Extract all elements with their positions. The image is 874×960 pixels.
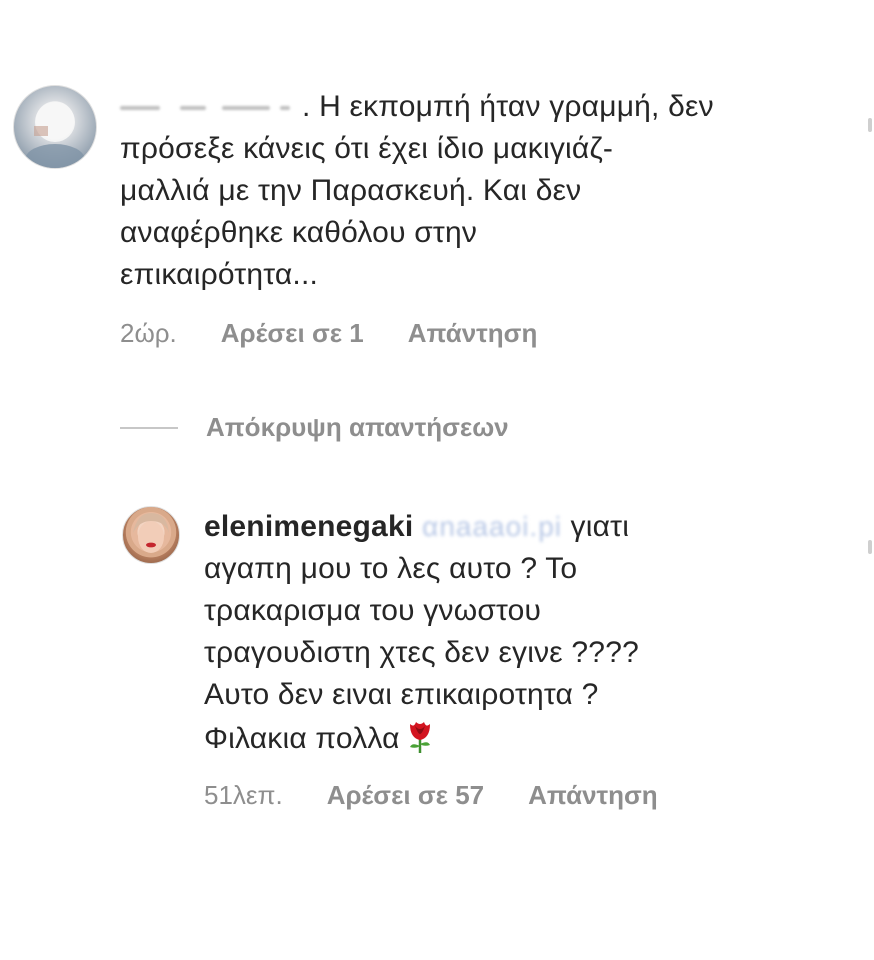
comment-timestamp: 2ώρ. — [120, 318, 177, 348]
reply-avatar[interactable] — [122, 506, 180, 564]
profile-photo-icon — [133, 513, 169, 553]
reply-button[interactable]: Απάντηση — [408, 318, 538, 349]
mention-link[interactable]: αnaaaoi.pi — [413, 511, 562, 542]
reply-username[interactable]: elenimenegaki — [204, 510, 413, 543]
reply-timestamp: 51λεπ. — [204, 780, 283, 810]
comment-meta: 2ώρ. Αρέσει σε 1 Απάντηση — [120, 318, 581, 349]
reply-meta: 51λεπ. Αρέσει σε 57 Απάντηση — [204, 780, 702, 811]
hide-replies-button[interactable]: Απόκρυψη απαντήσεων — [120, 412, 509, 443]
blurred-profile-photo-icon — [25, 102, 85, 168]
divider-line — [120, 426, 178, 429]
hide-replies-label: Απόκρυψη απαντήσεων — [206, 412, 509, 442]
like-heart-icon[interactable] — [868, 118, 872, 132]
rose-emoji-icon — [404, 716, 436, 754]
reply-body: elenimenegaki αnaaaoi.pi γιατι αγαπη μου… — [204, 506, 824, 760]
comment-text: . Η εκπομπή ήταν γραμμή, δεν πρόσεξε κάν… — [120, 90, 714, 291]
like-heart-icon[interactable] — [868, 540, 872, 554]
likes-count-button[interactable]: Αρέσει σε 57 — [327, 780, 484, 811]
commenter-avatar[interactable] — [13, 85, 97, 169]
comment-body: . Η εκπομπή ήταν γραμμή, δεν πρόσεξε κάν… — [120, 86, 770, 296]
likes-count-button[interactable]: Αρέσει σε 1 — [221, 318, 364, 349]
reply-button[interactable]: Απάντηση — [528, 780, 658, 811]
redacted-username[interactable] — [120, 98, 302, 118]
